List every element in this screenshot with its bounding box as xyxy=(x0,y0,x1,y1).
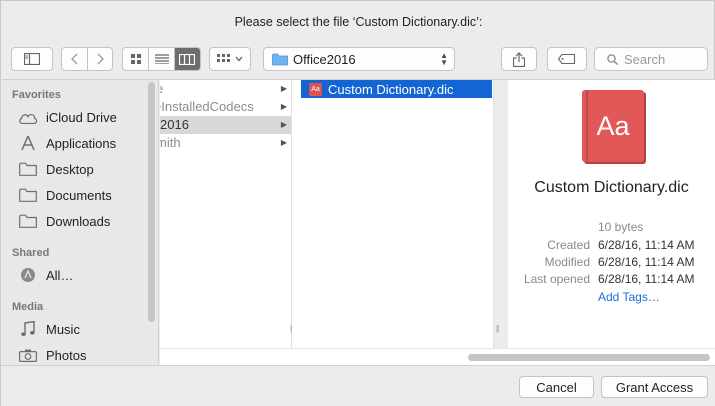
back-button[interactable] xyxy=(62,48,87,70)
sidebar-item-music[interactable]: Music xyxy=(18,318,148,340)
share-button[interactable] xyxy=(501,47,537,71)
grid-arrange-icon xyxy=(217,54,230,62)
browser-content: Favorites iCloud Drive Applications Desk… xyxy=(2,79,715,366)
search-icon xyxy=(607,53,618,65)
file-name: Custom Dictionary.dic xyxy=(328,81,454,97)
sidebar-item-desktop[interactable]: Desktop xyxy=(18,158,148,180)
disclosure-arrow-icon: ▶ xyxy=(280,120,287,129)
search-placeholder: Search xyxy=(624,51,666,67)
folder-icon xyxy=(18,188,38,202)
dictionary-file-icon: Aa xyxy=(582,90,644,162)
sidebar-item-icloud-drive[interactable]: iCloud Drive xyxy=(18,106,148,128)
tag-button[interactable] xyxy=(547,47,587,71)
preview-file-name: Custom Dictionary.dic xyxy=(534,179,689,196)
column-row[interactable]: e ▶ xyxy=(160,80,291,98)
arrange-button[interactable] xyxy=(209,47,251,71)
folder-icon xyxy=(272,53,288,65)
add-tags-link[interactable]: Add Tags… xyxy=(598,290,660,304)
view-mode-control xyxy=(122,47,201,71)
sidebar-item-label: iCloud Drive xyxy=(46,109,117,125)
sidebar-toggle-button[interactable] xyxy=(11,47,53,71)
network-icon xyxy=(18,267,38,283)
file-open-dialog: Please select the file ‘Custom Dictionar… xyxy=(0,0,715,406)
search-field[interactable]: Search xyxy=(594,47,708,71)
horizontal-scrollbar[interactable] xyxy=(468,354,710,361)
dialog-prompt: Please select the file ‘Custom Dictionar… xyxy=(234,15,483,29)
updown-chevron-icon: ▲ ▼ xyxy=(440,51,448,67)
sidebar-scrollbar[interactable] xyxy=(148,82,155,322)
sidebar-icon xyxy=(24,53,40,65)
grant-access-button[interactable]: Grant Access xyxy=(601,376,708,398)
folder-icon xyxy=(18,162,38,176)
share-icon xyxy=(513,51,525,67)
music-note-icon xyxy=(18,321,38,337)
list-icon xyxy=(154,54,169,64)
columns-icon xyxy=(179,53,196,65)
sidebar-item-label: Downloads xyxy=(46,213,111,229)
disclosure-arrow-icon: ▶ xyxy=(280,102,287,111)
meta-row-modified: Modified 6/28/16, 11:14 AM xyxy=(544,255,695,269)
applications-icon xyxy=(18,135,38,151)
column-row-selected[interactable]: 2016 ▶ xyxy=(160,116,291,134)
cancel-button[interactable]: Cancel xyxy=(519,376,594,398)
sidebar-heading-favorites: Favorites xyxy=(12,89,61,101)
browser-column-files: Aa Custom Dictionary.dic xyxy=(301,80,494,348)
sidebar-item-label: All… xyxy=(46,267,74,283)
column-row[interactable]: mith ▶ xyxy=(160,134,291,152)
column-row[interactable]: eInstalledCodecs ▶ xyxy=(160,98,291,116)
folder-icon xyxy=(18,214,38,228)
sidebar-item-label: Documents xyxy=(46,187,112,203)
camera-icon xyxy=(18,349,38,362)
preview-file-size: 10 bytes xyxy=(598,220,644,234)
preview-pane: Aa Custom Dictionary.dic 10 bytes Create… xyxy=(508,80,715,348)
sidebar-item-label: Photos xyxy=(46,347,87,363)
dialog-footer: Cancel Grant Access xyxy=(1,365,715,406)
list-view-button[interactable] xyxy=(148,48,173,70)
meta-row-created: Created 6/28/16, 11:14 AM xyxy=(547,238,695,252)
back-forward-control xyxy=(61,47,113,71)
sidebar-item-documents[interactable]: Documents xyxy=(18,184,148,206)
forward-button[interactable] xyxy=(87,48,112,70)
file-row-selected[interactable]: Aa Custom Dictionary.dic xyxy=(301,80,492,98)
browser-column-parent: e ▶ eInstalledCodecs ▶ 2016 ▶ mith ▶ xyxy=(160,80,292,348)
sidebar-item-applications[interactable]: Applications xyxy=(18,132,148,154)
column-resize-handle[interactable]: || xyxy=(496,324,499,333)
sidebar-heading-media: Media xyxy=(12,301,44,313)
path-label: Office2016 xyxy=(293,51,356,67)
icon-view-button[interactable] xyxy=(123,48,148,70)
sidebar-item-downloads[interactable]: Downloads xyxy=(18,210,148,232)
chevron-right-icon xyxy=(97,53,104,65)
sidebar-item-label: Music xyxy=(46,321,80,337)
sidebar-item-label: Applications xyxy=(46,135,117,151)
tag-icon xyxy=(558,54,576,64)
cloud-icon xyxy=(18,111,38,124)
disclosure-arrow-icon: ▶ xyxy=(280,84,287,93)
chevron-down-icon xyxy=(235,56,243,62)
sidebar-heading-shared: Shared xyxy=(12,247,50,259)
meta-row-last-opened: Last opened 6/28/16, 11:14 AM xyxy=(523,272,695,286)
path-popup[interactable]: Office2016 ▲ ▼ xyxy=(263,47,455,71)
sidebar-item-label: Desktop xyxy=(46,161,94,177)
chevron-left-icon xyxy=(71,53,78,65)
grid-icon xyxy=(130,54,141,64)
column-view-button[interactable] xyxy=(173,48,200,70)
disclosure-arrow-icon: ▶ xyxy=(280,138,287,147)
sidebar-item-all[interactable]: All… xyxy=(18,264,148,286)
dictionary-file-icon: Aa xyxy=(309,82,322,96)
toolbar: Office2016 ▲ ▼ Search xyxy=(1,47,715,73)
sidebar-item-photos[interactable]: Photos xyxy=(18,344,148,366)
column-gap xyxy=(292,80,301,348)
sidebar: Favorites iCloud Drive Applications Desk… xyxy=(2,80,159,366)
horizontal-scroll-track xyxy=(160,348,715,366)
